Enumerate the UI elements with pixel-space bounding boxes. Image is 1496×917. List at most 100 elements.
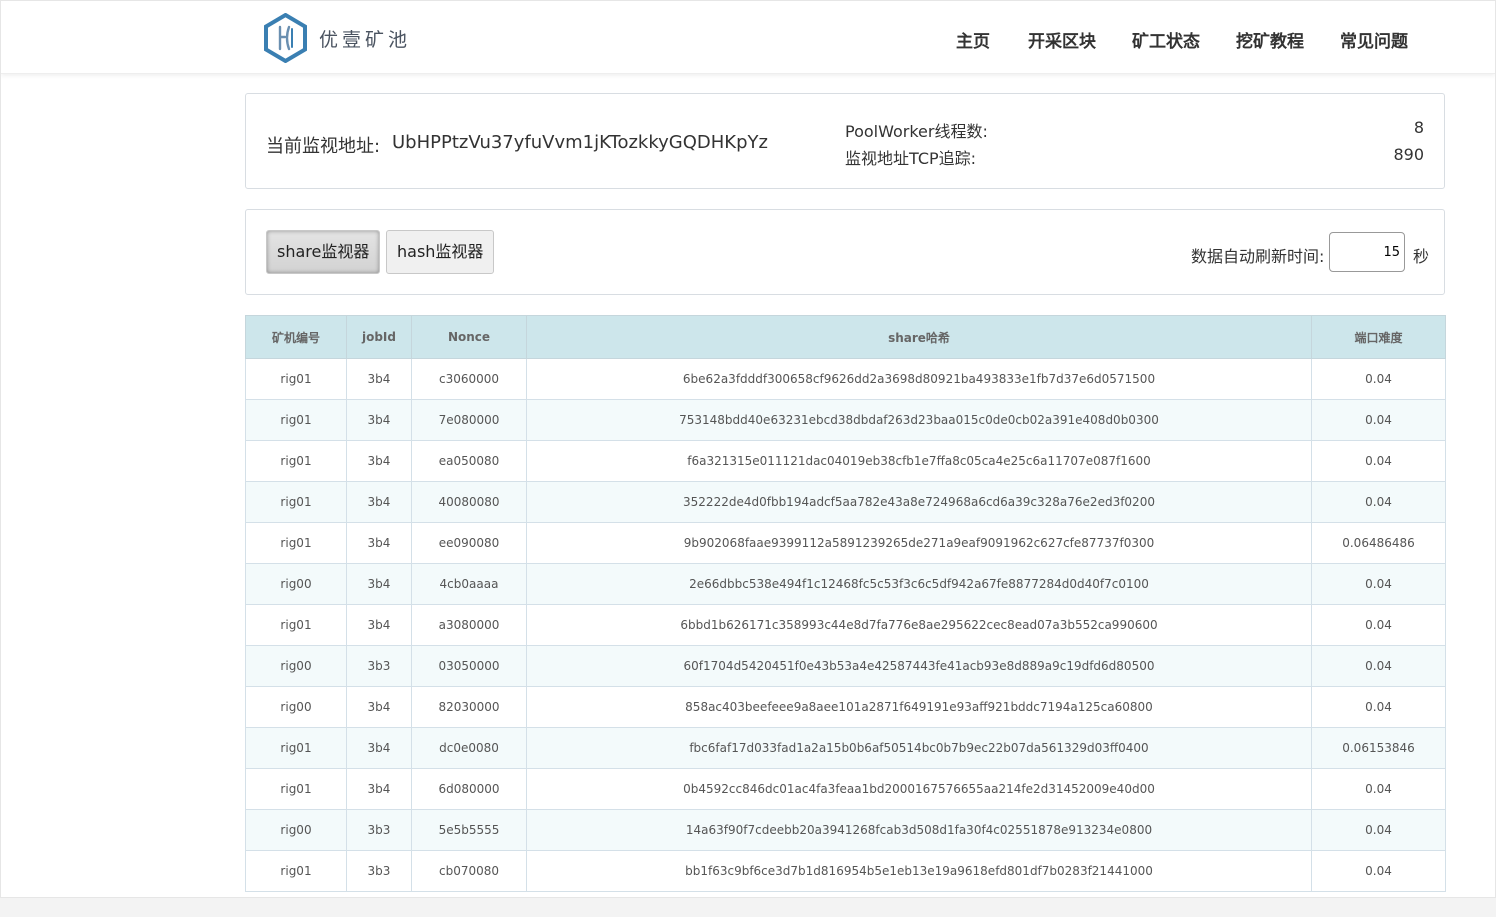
nonce-cell: 6d080000: [411, 768, 527, 810]
header-port-difficulty[interactable]: 端口难度: [1311, 315, 1446, 359]
nonce-cell: 4cb0aaaa: [411, 563, 527, 605]
pool-worker-threads-label: PoolWorker线程数:: [845, 122, 988, 141]
rig-id-cell: rig01: [245, 399, 347, 441]
port-difficulty-cell: 0.04: [1311, 850, 1446, 892]
port-difficulty-cell: 0.04: [1311, 604, 1446, 646]
table-row: rig00 3b3 5e5b5555 14a63f90f7cdeebb20a39412…: [245, 809, 1446, 851]
job-id-cell: 3b4: [346, 481, 412, 523]
refresh-interval-unit: 秒: [1413, 247, 1430, 266]
rig-id-cell: rig01: [245, 358, 347, 400]
share-hash-cell: 6be62a3fdddf300658cf9626dd2a3698d80921ba…: [526, 358, 1312, 400]
refresh-interval-label: 数据自动刷新时间:: [1191, 247, 1325, 266]
port-difficulty-cell: 0.06486486: [1311, 522, 1446, 564]
share-hash-cell: fbc6faf17d033fad1a2a15b0b6af50514bc0b7b9…: [526, 727, 1312, 769]
monitor-controls-panel: share监视器 hash监视器 数据自动刷新时间: 秒: [245, 209, 1445, 295]
nav-miner-status[interactable]: 矿工状态: [1132, 27, 1200, 52]
table-row: rig00 3b4 82030000 858ac403beefeee9a8aee101…: [245, 686, 1446, 728]
share-hash-cell: 858ac403beefeee9a8aee101a2871f649191e93a…: [526, 686, 1312, 728]
nonce-cell: ea050080: [411, 440, 527, 482]
share-hash-cell: 0b4592cc846dc01ac4fa3feaa1bd200016757665…: [526, 768, 1312, 810]
hash-monitor-button[interactable]: hash监视器: [386, 230, 495, 274]
refresh-interval-input[interactable]: [1329, 232, 1405, 272]
rig-id-cell: rig00: [245, 809, 347, 851]
nonce-cell: c3060000: [411, 358, 527, 400]
nonce-cell: dc0e0080: [411, 727, 527, 769]
share-monitor-button[interactable]: share监视器: [266, 230, 381, 274]
rig-id-cell: rig00: [245, 563, 347, 605]
nonce-cell: 5e5b5555: [411, 809, 527, 851]
table-row: rig01 3b4 dc0e0080 fbc6faf17d033fad1a2a15b0…: [245, 727, 1446, 769]
share-hash-cell: bb1f63c9bf6ce3d7b1d816954b5e1eb13e19a961…: [526, 850, 1312, 892]
nav-faq[interactable]: 常见问题: [1340, 27, 1408, 52]
top-navbar: 优壹矿池 主页 开采区块 矿工状态 挖矿教程 常见问题: [1, 1, 1495, 74]
share-hash-cell: 2e66dbbc538e494f1c12468fc5c53f3c6c5df942…: [526, 563, 1312, 605]
port-difficulty-cell: 0.04: [1311, 809, 1446, 851]
share-hash-cell: 9b902068faae9399112a5891239265de271a9eaf…: [526, 522, 1312, 564]
rig-id-cell: rig01: [245, 481, 347, 523]
job-id-cell: 3b4: [346, 727, 412, 769]
table-row: rig01 3b3 cb070080 bb1f63c9bf6ce3d7b1d81695…: [245, 850, 1446, 892]
share-table: 矿机编号 jobId Nonce share哈希 端口难度 rig01 3b4 c3…: [245, 315, 1446, 892]
tcp-trace-label: 监视地址TCP追踪:: [845, 149, 977, 168]
nonce-cell: 7e080000: [411, 399, 527, 441]
rig-id-cell: rig01: [245, 604, 347, 646]
header-share-hash[interactable]: share哈希: [526, 315, 1312, 359]
job-id-cell: 3b4: [346, 440, 412, 482]
port-difficulty-cell: 0.04: [1311, 440, 1446, 482]
share-hash-cell: 6bbd1b626171c358993c44e8d7fa776e8ae29562…: [526, 604, 1312, 646]
rig-id-cell: rig01: [245, 768, 347, 810]
job-id-cell: 3b4: [346, 563, 412, 605]
share-hash-cell: 14a63f90f7cdeebb20a3941268fcab3d508d1fa3…: [526, 809, 1312, 851]
nav-mining-tutorial[interactable]: 挖矿教程: [1236, 27, 1304, 52]
nonce-cell: 82030000: [411, 686, 527, 728]
job-id-cell: 3b3: [346, 645, 412, 687]
rig-id-cell: rig01: [245, 440, 347, 482]
header-job-id[interactable]: jobId: [346, 315, 412, 359]
tcp-trace-value: 890: [1393, 145, 1424, 164]
brand-name[interactable]: 优壹矿池: [319, 25, 411, 52]
share-hash-cell: 753148bdd40e63231ebcd38dbdaf263d23baa015…: [526, 399, 1312, 441]
nav-home[interactable]: 主页: [956, 27, 990, 52]
job-id-cell: 3b4: [346, 686, 412, 728]
header-nonce[interactable]: Nonce: [411, 315, 527, 359]
job-id-cell: 3b4: [346, 399, 412, 441]
nonce-cell: 03050000: [411, 645, 527, 687]
port-difficulty-cell: 0.04: [1311, 686, 1446, 728]
nonce-cell: ee090080: [411, 522, 527, 564]
table-header-row: 矿机编号 jobId Nonce share哈希 端口难度: [245, 315, 1446, 359]
table-row: rig01 3b4 ee090080 9b902068faae9399112a5891…: [245, 522, 1446, 564]
table-row: rig01 3b4 ea050080 f6a321315e011121dac04019…: [245, 440, 1446, 482]
table-row: rig01 3b4 40080080 352222de4d0fbb194adcf5aa…: [245, 481, 1446, 523]
port-difficulty-cell: 0.04: [1311, 645, 1446, 687]
table-row: rig00 3b4 4cb0aaaa 2e66dbbc538e494f1c12468f…: [245, 563, 1446, 605]
job-id-cell: 3b4: [346, 358, 412, 400]
monitor-info-panel: 当前监视地址: UbHPPtzVu37yfuVvm1jKTozkkyGQDHKp…: [245, 93, 1445, 189]
rig-id-cell: rig01: [245, 727, 347, 769]
bottom-scroll-band: [0, 897, 1496, 917]
header-rig-id[interactable]: 矿机编号: [245, 315, 347, 359]
port-difficulty-cell: 0.04: [1311, 358, 1446, 400]
nonce-cell: cb070080: [411, 850, 527, 892]
share-hash-cell: 60f1704d5420451f0e43b53a4e42587443fe41ac…: [526, 645, 1312, 687]
job-id-cell: 3b4: [346, 768, 412, 810]
table-row: rig01 3b4 a3080000 6bbd1b626171c358993c44e8…: [245, 604, 1446, 646]
share-hash-cell: f6a321315e011121dac04019eb38cfb1e7ffa8c0…: [526, 440, 1312, 482]
job-id-cell: 3b3: [346, 809, 412, 851]
pool-worker-threads-value: 8: [1413, 118, 1424, 137]
rig-id-cell: rig00: [245, 645, 347, 687]
port-difficulty-cell: 0.04: [1311, 481, 1446, 523]
job-id-cell: 3b4: [346, 604, 412, 646]
rig-id-cell: rig00: [245, 686, 347, 728]
rig-id-cell: rig01: [245, 850, 347, 892]
pool-logo-icon[interactable]: [263, 13, 308, 63]
table-row: rig01 3b4 c3060000 6be62a3fdddf300658cf9626…: [245, 358, 1446, 400]
table-row: rig01 3b4 7e080000 753148bdd40e63231ebcd38d…: [245, 399, 1446, 441]
job-id-cell: 3b3: [346, 850, 412, 892]
page-frame: 优壹矿池 主页 开采区块 矿工状态 挖矿教程 常见问题 当前监视地址: UbHP…: [0, 0, 1496, 897]
job-id-cell: 3b4: [346, 522, 412, 564]
share-hash-cell: 352222de4d0fbb194adcf5aa782e43a8e724968a…: [526, 481, 1312, 523]
monitor-address-value: UbHPPtzVu37yfuVvm1jKTozkkyGQDHKpYz: [392, 132, 768, 153]
nav-mined-blocks[interactable]: 开采区块: [1028, 27, 1096, 52]
rig-id-cell: rig01: [245, 522, 347, 564]
nonce-cell: 40080080: [411, 481, 527, 523]
